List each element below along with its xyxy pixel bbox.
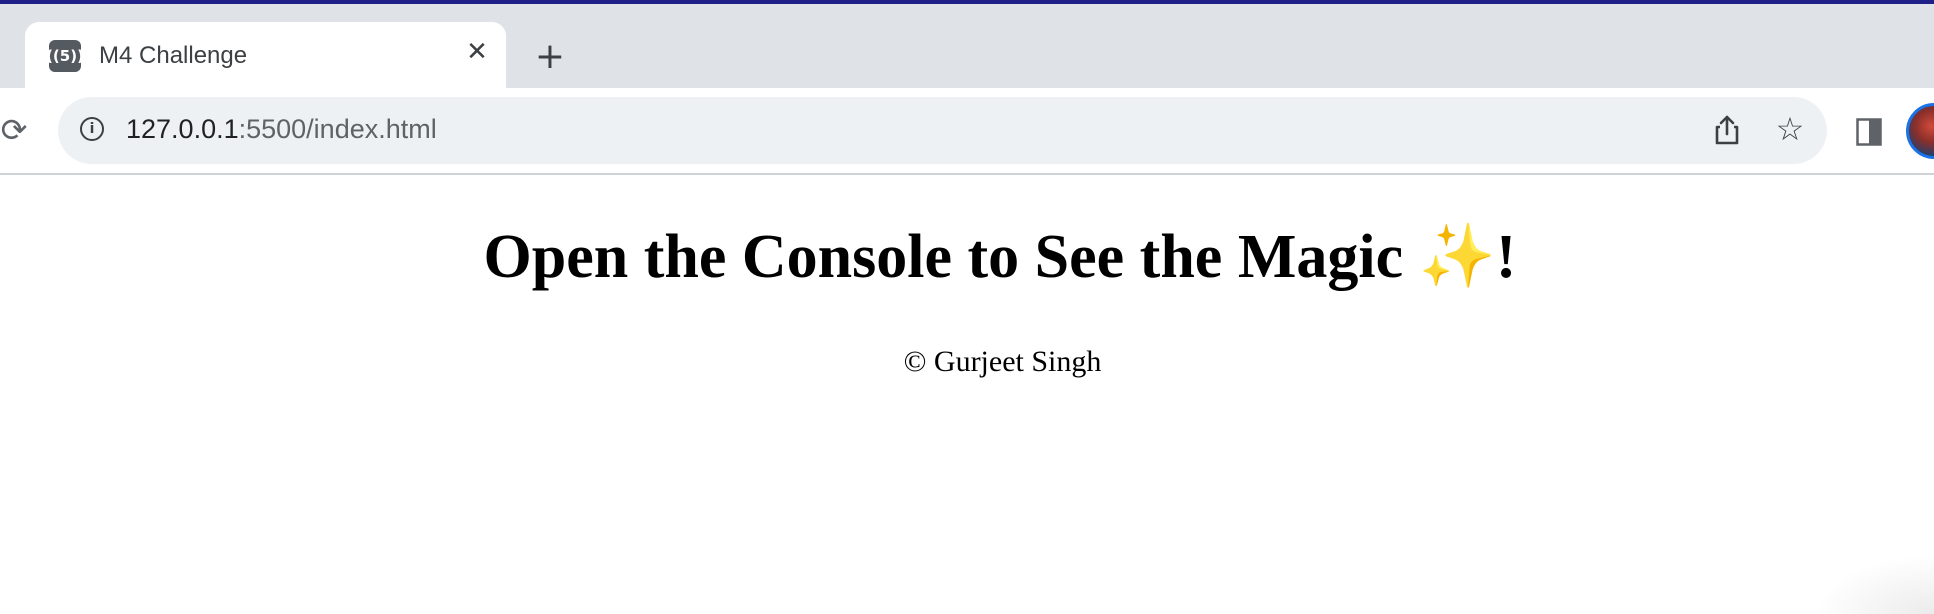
page-title-end: ! (1495, 223, 1517, 291)
tab-strip: ((5)) M4 Challenge ✕ + (0, 4, 1934, 90)
page-title: Open the Console to See the Magic ✨! (0, 219, 1934, 293)
copyright-text: © Gurjeet Singh (903, 345, 1102, 378)
url-host: 127.0.0.1 (126, 114, 239, 144)
url-path: :5500/index.html (238, 114, 437, 144)
share-icon[interactable] (1710, 113, 1744, 147)
url-text[interactable]: 127.0.0.1:5500/index.html (126, 114, 437, 145)
tab-m4-challenge[interactable]: ((5)) M4 Challenge ✕ (25, 22, 506, 90)
page-content: Open the Console to See the Magic ✨! © G… (0, 175, 1934, 614)
broadcast-icon: ((5)) (46, 40, 84, 72)
reload-icon[interactable]: ⟳ (0, 110, 32, 150)
corner-shadow (1814, 554, 1934, 614)
side-panel-icon[interactable] (1856, 118, 1882, 146)
star-icon[interactable]: ☆ (1772, 110, 1808, 148)
tab-title: M4 Challenge (99, 42, 248, 69)
new-tab-button[interactable]: + (528, 34, 572, 78)
profile-avatar[interactable] (1906, 103, 1934, 159)
address-bar[interactable]: i 127.0.0.1:5500/index.html ☆ (58, 97, 1827, 164)
info-icon[interactable]: i (80, 117, 104, 141)
close-icon[interactable]: ✕ (459, 34, 495, 70)
page-title-text: Open the Console to See the Magic (483, 223, 1419, 291)
browser-toolbar: ⟳ i 127.0.0.1:5500/index.html ☆ (0, 88, 1934, 175)
sparkles-icon: ✨ (1418, 219, 1496, 292)
